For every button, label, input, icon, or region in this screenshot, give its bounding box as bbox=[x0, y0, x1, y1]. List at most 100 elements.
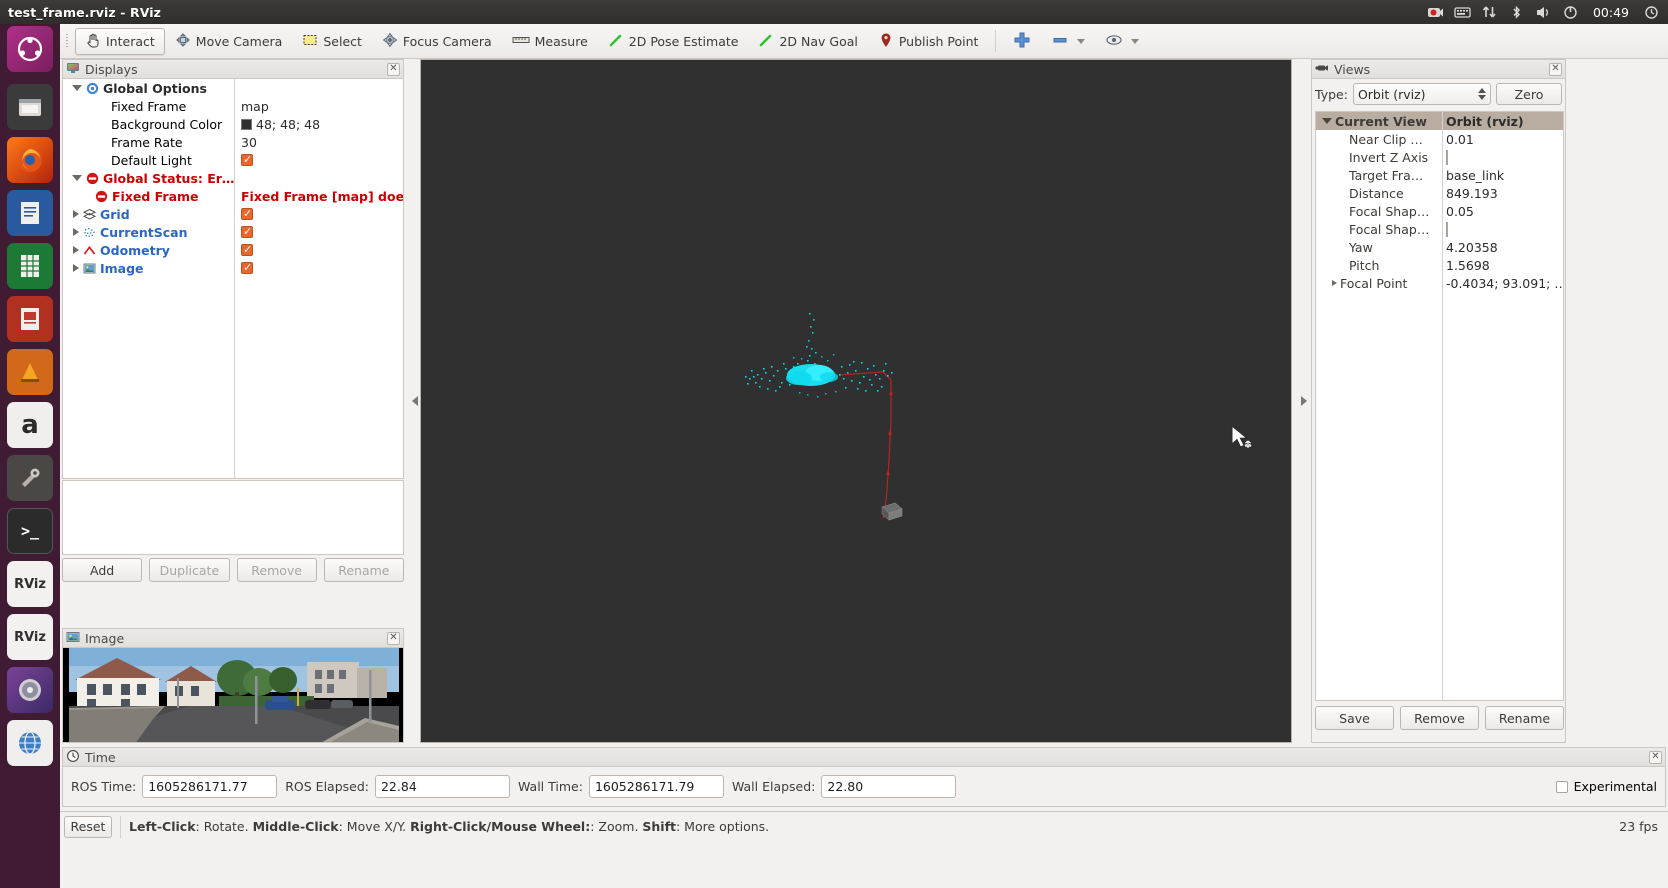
display-tree-row[interactable]: Global Status: Er… bbox=[63, 169, 403, 187]
chevron-right-icon[interactable] bbox=[73, 264, 79, 272]
rename-view-button[interactable]: Rename bbox=[1485, 706, 1564, 730]
system-clock[interactable]: 00:49 bbox=[1589, 5, 1633, 20]
views-row-value-cell[interactable]: 1.5698 bbox=[1442, 258, 1563, 273]
display-tree-row[interactable]: Fixed Frame Fixed Frame [map] doe… bbox=[63, 187, 403, 205]
display-tree-row[interactable]: Odometry bbox=[63, 241, 403, 259]
display-row-value-cell[interactable]: 30 bbox=[235, 133, 403, 151]
bluetooth-icon[interactable] bbox=[1508, 4, 1525, 21]
launcher-item-disc[interactable] bbox=[7, 667, 53, 713]
tool-focus-camera[interactable]: Focus Camera bbox=[372, 28, 502, 55]
tool-move-camera[interactable]: Move Camera bbox=[165, 28, 293, 55]
tool-select[interactable]: Select bbox=[292, 28, 372, 55]
views-row-value-cell[interactable]: -0.4034; 93.091; … bbox=[1442, 276, 1563, 291]
display-tree-row[interactable]: Grid bbox=[63, 205, 403, 223]
chevron-right-icon[interactable] bbox=[73, 210, 79, 218]
views-tree-row[interactable]: Invert Z Axis bbox=[1316, 148, 1563, 166]
display-row-value-cell[interactable]: Fixed Frame [map] doe… bbox=[235, 187, 403, 205]
tool-visibility[interactable] bbox=[1095, 28, 1149, 55]
network-icon[interactable] bbox=[1481, 4, 1498, 21]
display-tree-row[interactable]: Image bbox=[63, 259, 403, 277]
launcher-item-software-center[interactable] bbox=[7, 349, 53, 395]
ros-time-input[interactable]: 1605286171.77 bbox=[142, 775, 278, 798]
keyboard-layout-icon[interactable] bbox=[1454, 4, 1471, 21]
display-row-value-cell[interactable] bbox=[235, 169, 403, 187]
experimental-toggle[interactable]: Experimental bbox=[1555, 779, 1657, 794]
display-row-value-cell[interactable] bbox=[235, 241, 403, 259]
tool-remove[interactable] bbox=[1041, 28, 1095, 55]
spinner-arrows-icon[interactable] bbox=[1478, 88, 1486, 100]
close-icon[interactable]: ✕ bbox=[387, 631, 400, 645]
launcher-item-ubuntu-dash[interactable] bbox=[7, 26, 53, 72]
tool-publish-point[interactable]: Publish Point bbox=[868, 28, 989, 55]
launcher-item-amazon[interactable]: a bbox=[7, 402, 53, 448]
close-icon[interactable]: ✕ bbox=[1549, 62, 1562, 76]
launcher-item-terminal[interactable]: >_ bbox=[7, 508, 53, 554]
chevron-right-icon[interactable] bbox=[73, 246, 79, 254]
volume-icon[interactable] bbox=[1535, 4, 1552, 21]
rename-display-button[interactable]: Rename bbox=[323, 558, 404, 582]
tool-2d-pose-estimate[interactable]: 2D Pose Estimate bbox=[598, 28, 749, 55]
views-tree-row[interactable]: Yaw 4.20358 bbox=[1316, 238, 1563, 256]
views-row-value-cell[interactable]: 0.05 bbox=[1442, 204, 1563, 219]
chevron-right-icon[interactable] bbox=[73, 228, 79, 236]
tool-measure[interactable]: Measure bbox=[502, 28, 598, 55]
views-row-value-cell[interactable]: 849.193 bbox=[1442, 186, 1563, 201]
displays-tree[interactable]: Global Options Fixed Frame map Background C… bbox=[62, 78, 404, 479]
views-row-value-cell[interactable]: base_link bbox=[1442, 168, 1563, 183]
left-splitter-collapse[interactable] bbox=[410, 59, 419, 743]
chevron-down-icon[interactable] bbox=[1131, 38, 1140, 44]
views-column-splitter[interactable] bbox=[1442, 112, 1443, 700]
views-tree-row[interactable]: Focal Point -0.4034; 93.091; … bbox=[1316, 274, 1563, 292]
display-property-box[interactable] bbox=[62, 480, 404, 555]
views-row-checkbox[interactable] bbox=[1446, 149, 1448, 165]
ros-elapsed-input[interactable]: 22.84 bbox=[374, 775, 510, 798]
display-row-value-cell[interactable] bbox=[235, 205, 403, 223]
display-row-value-cell[interactable] bbox=[235, 259, 403, 277]
view-type-select[interactable]: Orbit (rviz) bbox=[1352, 83, 1491, 105]
experimental-checkbox[interactable] bbox=[1555, 780, 1568, 793]
views-tree-row[interactable]: Near Clip … 0.01 bbox=[1316, 130, 1563, 148]
reset-button[interactable]: Reset bbox=[64, 815, 112, 838]
power-icon[interactable] bbox=[1562, 4, 1579, 21]
session-menu-icon[interactable] bbox=[1643, 4, 1660, 21]
launcher-item-calc[interactable] bbox=[7, 243, 53, 289]
display-tree-row[interactable]: Frame Rate 30 bbox=[63, 133, 403, 151]
views-tree-row[interactable]: Distance 849.193 bbox=[1316, 184, 1563, 202]
display-tree-row[interactable]: Default Light bbox=[63, 151, 403, 169]
views-tree-row[interactable]: Focal Shap… bbox=[1316, 220, 1563, 238]
display-row-value-cell[interactable] bbox=[235, 79, 403, 97]
views-tree[interactable]: Current View Orbit (rviz) Near Clip … 0.01 I… bbox=[1315, 111, 1564, 701]
launcher-item-rviz-2[interactable]: RViz bbox=[7, 614, 53, 660]
display-row-value-cell[interactable] bbox=[235, 151, 403, 169]
display-row-value-cell[interactable]: map bbox=[235, 97, 403, 115]
display-enabled-checkbox[interactable] bbox=[241, 243, 253, 256]
launcher-item-files[interactable] bbox=[7, 84, 53, 130]
display-enabled-checkbox[interactable] bbox=[241, 207, 253, 220]
views-tree-row[interactable]: Target Fra… base_link bbox=[1316, 166, 1563, 184]
display-tree-row[interactable]: Background Color 48; 48; 48 bbox=[63, 115, 403, 133]
views-row-checkbox[interactable] bbox=[1446, 221, 1448, 237]
color-swatch[interactable] bbox=[241, 118, 252, 130]
views-tree-row[interactable]: Pitch 1.5698 bbox=[1316, 256, 1563, 274]
launcher-item-help[interactable] bbox=[7, 720, 53, 766]
close-icon[interactable]: ✕ bbox=[1649, 750, 1662, 764]
3d-render-view[interactable] bbox=[420, 59, 1292, 743]
views-row-value-cell[interactable] bbox=[1442, 221, 1563, 237]
launcher-item-settings[interactable] bbox=[7, 455, 53, 501]
display-enabled-checkbox[interactable] bbox=[241, 225, 253, 238]
launcher-item-impress[interactable] bbox=[7, 296, 53, 342]
display-enabled-checkbox[interactable] bbox=[241, 261, 253, 274]
toolbar-drag-handle[interactable] bbox=[64, 30, 71, 52]
add-display-button[interactable]: Add bbox=[62, 558, 143, 582]
chevron-down-icon[interactable] bbox=[72, 175, 82, 181]
views-row-value-cell[interactable]: 0.01 bbox=[1442, 132, 1563, 147]
duplicate-display-button[interactable]: Duplicate bbox=[149, 558, 230, 582]
tool-add-new[interactable] bbox=[1003, 28, 1041, 55]
tool-2d-nav-goal[interactable]: 2D Nav Goal bbox=[748, 28, 867, 55]
wall-elapsed-input[interactable]: 22.80 bbox=[821, 775, 957, 798]
right-splitter-collapse[interactable] bbox=[1299, 59, 1308, 743]
launcher-item-writer[interactable] bbox=[7, 190, 53, 236]
wall-time-input[interactable]: 1605286171.79 bbox=[588, 775, 724, 798]
chevron-right-icon[interactable] bbox=[1332, 280, 1337, 286]
display-tree-row[interactable]: Global Options bbox=[63, 79, 403, 97]
